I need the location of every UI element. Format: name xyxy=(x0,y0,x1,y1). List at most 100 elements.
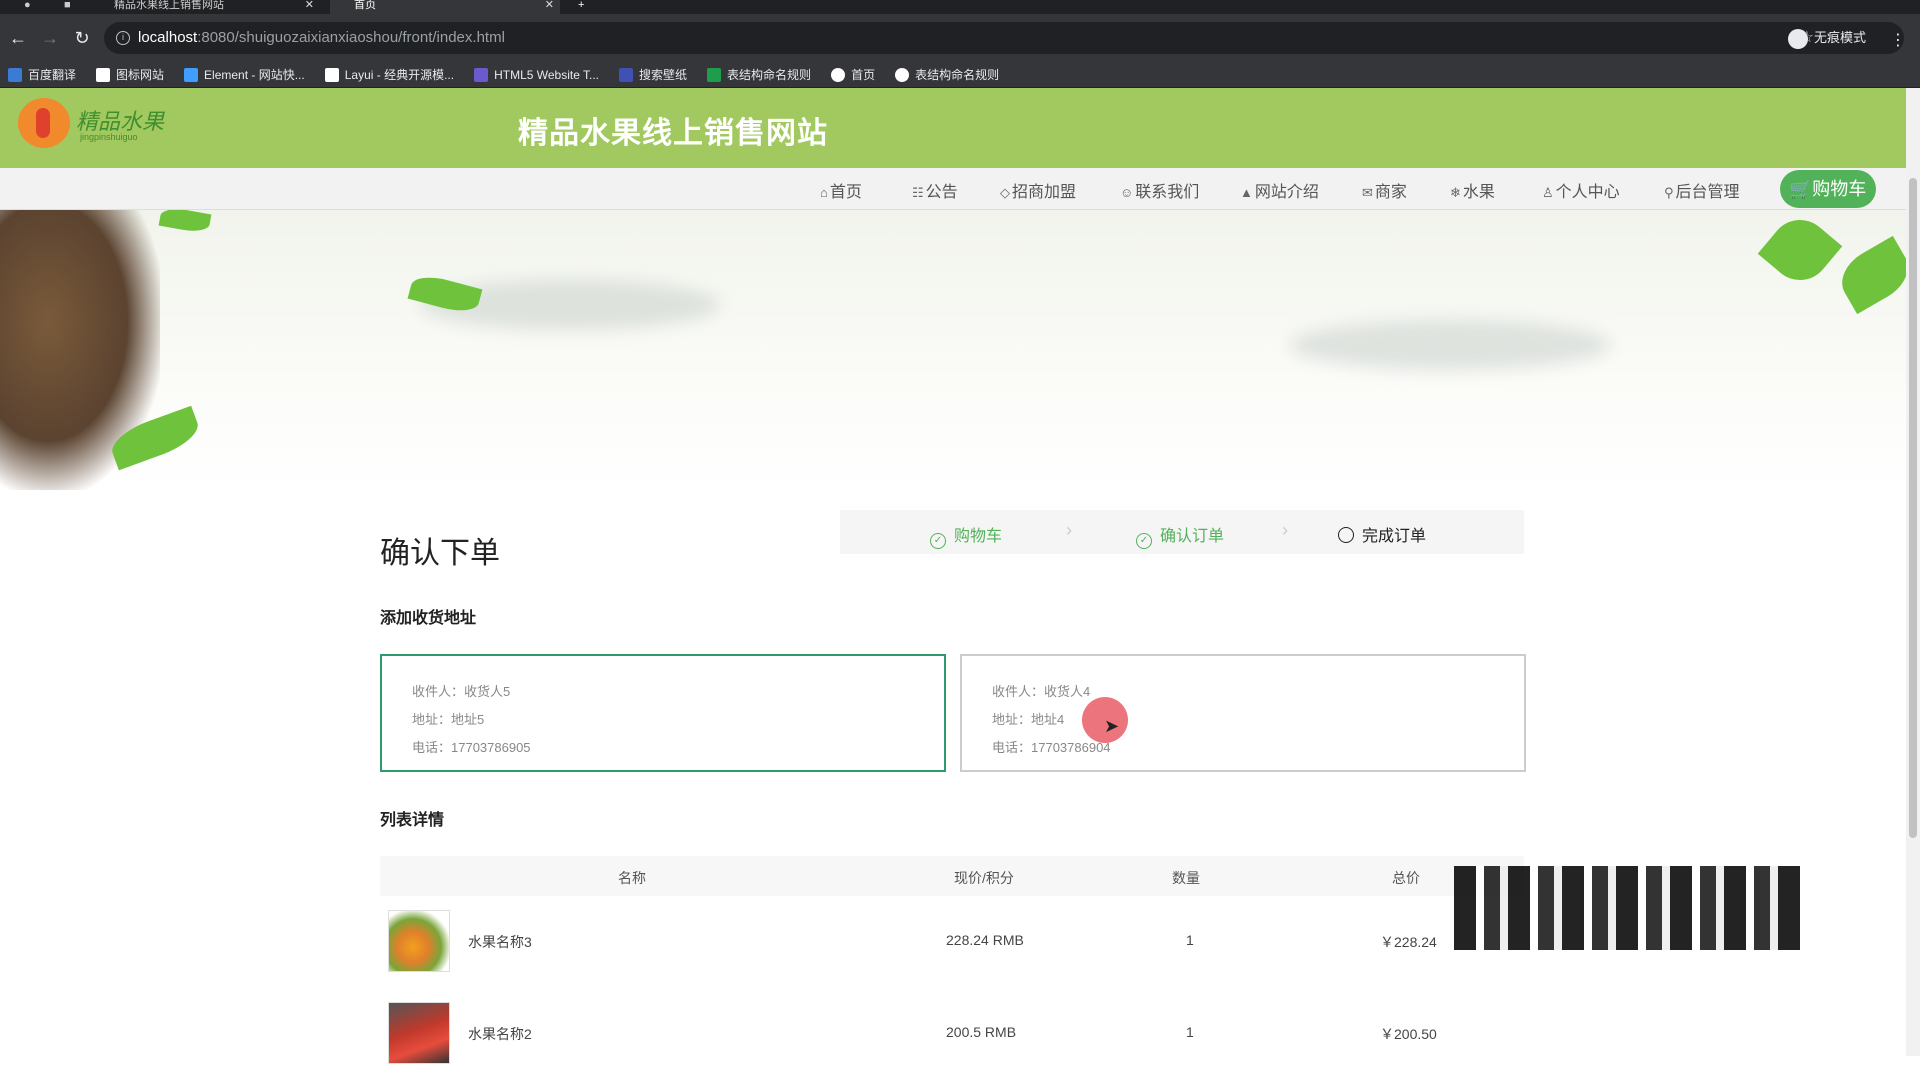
bookmark-item[interactable]: 图标网站 xyxy=(96,66,164,83)
column-header: 总价 xyxy=(1392,870,1420,886)
page-scrollbar[interactable] xyxy=(1906,88,1920,1056)
item-total: ￥200.50 xyxy=(1380,1026,1437,1042)
url-host: localhost xyxy=(138,29,198,46)
bookmark-label: 百度翻译 xyxy=(28,68,77,82)
nav-about[interactable]: ▲ 网站介绍 xyxy=(1240,178,1319,202)
nav-admin[interactable]: ⚲ 后台管理 xyxy=(1664,178,1740,202)
step-complete: 完成订单 xyxy=(1338,522,1426,546)
nav-label: 公告 xyxy=(925,184,958,201)
item-price: 200.5 RMB xyxy=(946,1024,1017,1040)
leaf-image xyxy=(1832,235,1906,315)
item-total: ￥228.24 xyxy=(1380,934,1437,950)
address-card-selected[interactable]: 收件人：收货人5 地址：地址5 电话：17703786905 xyxy=(380,654,946,772)
mist-shape xyxy=(1290,320,1610,370)
tab-label: 首页 xyxy=(354,0,376,11)
leaf-image xyxy=(1757,210,1843,293)
nav-notice[interactable]: ☷ 公告 xyxy=(912,178,958,202)
step-label: 确认订单 xyxy=(1160,528,1225,545)
address-input[interactable]: i localhost:8080/shuiguozaixianxiaoshou/… xyxy=(104,22,1904,54)
bookmark-label: 图标网站 xyxy=(116,68,165,82)
chevron-right-icon: › xyxy=(1282,520,1288,540)
nav-merchant[interactable]: ✉ 商家 xyxy=(1362,178,1407,202)
bookmark-item[interactable]: 表结构命名规则 xyxy=(707,66,811,83)
forward-icon[interactable]: → xyxy=(40,28,60,48)
bookmark-label: Element - 网站快... xyxy=(204,68,305,82)
incognito-indicator[interactable]: 无痕模式 xyxy=(1787,22,1866,54)
nav-contact[interactable]: ☺ 联系我们 xyxy=(1120,178,1199,202)
nav-label: 水果 xyxy=(1462,184,1495,201)
check-circle-icon: ✓ xyxy=(930,533,946,549)
step-label: 完成订单 xyxy=(1362,528,1427,545)
nav-fruit[interactable]: ❄ 水果 xyxy=(1450,178,1495,202)
item-qty: 1 xyxy=(1186,1024,1194,1040)
hero-banner xyxy=(0,210,1906,490)
cart-label: 购物车 xyxy=(1812,179,1867,199)
bookmark-item[interactable]: 百度翻译 xyxy=(8,66,76,83)
bookmark-label: 表结构命名规则 xyxy=(915,68,1000,82)
about-icon: ▲ xyxy=(1240,185,1253,200)
cart-button[interactable]: 🛒购物车 xyxy=(1780,170,1876,208)
nav-label: 网站介绍 xyxy=(1254,184,1319,201)
fruit-thumbnail xyxy=(388,910,450,972)
bookmark-label: 搜索壁纸 xyxy=(639,68,688,82)
site-header: 精品水果 jingpinshuiguo 精品水果线上销售网站 xyxy=(0,88,1906,168)
bookmark-label: Layui - 经典开源模... xyxy=(344,68,455,82)
nav-profile[interactable]: ♙ 个人中心 xyxy=(1542,178,1620,202)
mouse-cursor-icon: ➤ xyxy=(1104,716,1120,736)
incognito-label: 无痕模式 xyxy=(1813,30,1866,45)
tab-home[interactable]: 首页 ✕ xyxy=(330,0,560,14)
check-circle-icon: ✓ xyxy=(1136,533,1152,549)
nav-label: 招商加盟 xyxy=(1012,184,1077,201)
back-icon[interactable]: ← xyxy=(8,28,28,48)
bookmark-label: HTML5 Website T... xyxy=(494,67,600,82)
site-logo[interactable]: 精品水果 jingpinshuiguo xyxy=(18,98,164,148)
step-cart: ✓ 购物车 xyxy=(930,522,1002,549)
bookmark-item[interactable]: HTML5 Website T... xyxy=(474,67,600,82)
info-icon[interactable]: i xyxy=(116,31,130,45)
globe-icon xyxy=(895,67,910,82)
table-row[interactable]: 水果名称2 200.5 RMB 1 ￥200.50 xyxy=(380,992,1524,1084)
scrollbar-thumb[interactable] xyxy=(1909,178,1917,838)
chevron-right-icon: › xyxy=(1066,520,1072,540)
tab-label: 精品水果线上销售网站 xyxy=(114,0,224,11)
bookmark-item[interactable]: 搜索壁纸 xyxy=(619,66,687,83)
url-path: :8080/shuiguozaixianxiaoshou/front/index… xyxy=(197,29,505,46)
nav-home[interactable]: ⌂ 首页 xyxy=(820,178,862,202)
link-icon: ⚲ xyxy=(1664,185,1674,200)
phone: 电话：17703786905 xyxy=(412,740,531,755)
bookmark-item[interactable]: 表结构命名规则 xyxy=(895,66,999,83)
address: 地址：地址5 xyxy=(412,712,485,727)
new-tab-button[interactable]: + xyxy=(570,0,584,14)
column-header: 数量 xyxy=(1172,870,1200,886)
order-steps: ✓ 购物车 › ✓ 确认订单 › 完成订单 xyxy=(840,510,1524,554)
globe-icon xyxy=(831,67,846,82)
bookmark-item[interactable]: Element - 网站快... xyxy=(184,66,305,83)
item-name: 水果名称2 xyxy=(468,1026,532,1042)
user-icon: ♙ xyxy=(1542,185,1554,200)
bookmark-item[interactable]: Layui - 经典开源模... xyxy=(324,66,455,83)
site-title: 精品水果线上销售网站 xyxy=(518,117,828,150)
reload-icon[interactable]: ↻ xyxy=(72,28,92,48)
address-card[interactable]: 收件人：收货人4 地址：地址4 电话：17703786904 xyxy=(960,654,1526,772)
table-row[interactable]: 水果名称3 228.24 RMB 1 ￥228.24 xyxy=(380,900,1524,992)
item-name: 水果名称3 xyxy=(468,934,532,950)
incognito-icon xyxy=(1787,28,1808,49)
bookmark-label: 首页 xyxy=(851,68,876,82)
close-tab-icon[interactable]: ✕ xyxy=(545,0,554,11)
window-icon[interactable]: ■ xyxy=(40,0,71,14)
tab-product-site[interactable]: 精品水果线上销售网站 ✕ xyxy=(90,0,320,14)
home-icon: ⌂ xyxy=(820,185,828,200)
logo-subtext: jingpinshuiguo xyxy=(80,132,138,142)
nav-label: 个人中心 xyxy=(1555,184,1620,201)
phone: 电话：17703786904 xyxy=(992,740,1111,755)
browser-menu-icon[interactable]: ● xyxy=(0,0,31,14)
fruit-thumbnail xyxy=(388,1002,450,1064)
column-header: 现价/积分 xyxy=(954,870,1014,886)
kebab-menu-icon[interactable]: ⋮ xyxy=(1890,30,1906,50)
bookmark-item[interactable]: 首页 xyxy=(831,66,875,83)
nav-franchise[interactable]: ◇ 招商加盟 xyxy=(1000,178,1076,202)
nav-label: 后台管理 xyxy=(1675,184,1740,201)
circle-icon xyxy=(1338,527,1354,543)
close-tab-icon[interactable]: ✕ xyxy=(305,0,314,11)
step-confirm: ✓ 确认订单 xyxy=(1136,522,1224,549)
